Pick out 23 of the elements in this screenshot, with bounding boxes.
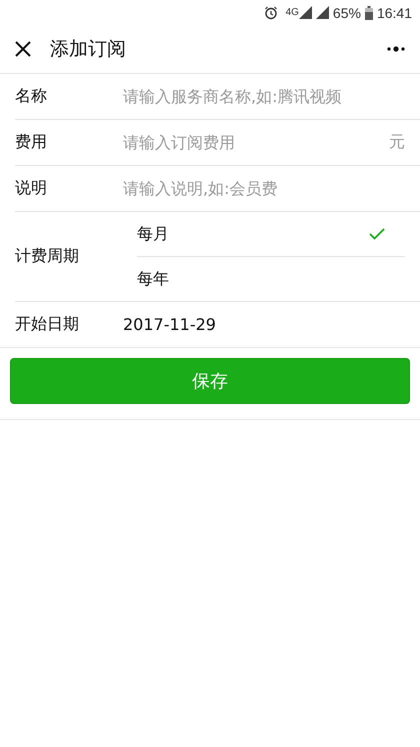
field-label: 费用 <box>15 132 48 153</box>
field-label: 说明 <box>15 178 48 199</box>
period-option[interactable]: 每年 <box>137 256 405 301</box>
network-type: 4G <box>286 7 299 18</box>
page-title: 添加订阅 <box>50 37 127 62</box>
period-option[interactable]: 每月 <box>137 212 405 256</box>
close-button[interactable] <box>14 40 32 58</box>
signal-icon <box>316 6 329 19</box>
input-field[interactable]: 请输入订阅费用 <box>123 128 389 158</box>
field-label: 计费周期 <box>15 246 80 267</box>
input-field[interactable]: 请输入服务商名称,如:腾讯视频 <box>123 82 420 112</box>
input-field[interactable]: 请输入说明,如:会员费 <box>123 174 420 204</box>
signal-icon <box>298 6 312 19</box>
battery-icon <box>364 6 373 20</box>
battery-level: 65% <box>332 4 361 20</box>
clock: 16:41 <box>376 4 412 20</box>
unit-label: 元 <box>389 132 405 153</box>
alarm-icon <box>264 6 278 20</box>
date-picker[interactable]: 2017-11-29 <box>123 315 216 334</box>
field-label: 开始日期 <box>15 314 80 335</box>
more-button[interactable] <box>386 46 406 52</box>
field-label: 名称 <box>15 86 48 107</box>
check-icon <box>369 228 385 240</box>
